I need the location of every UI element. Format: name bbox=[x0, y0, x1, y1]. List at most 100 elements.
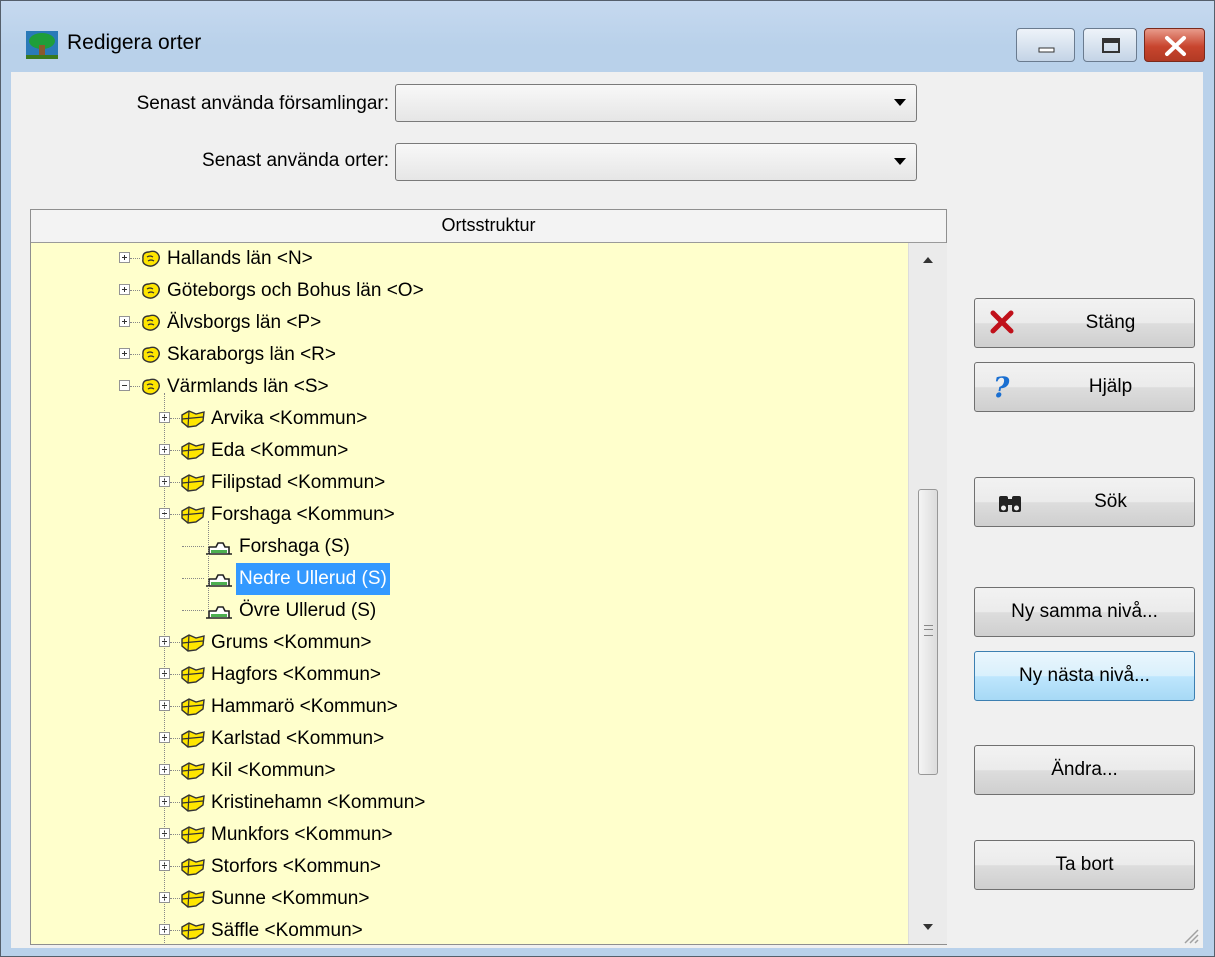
tree-line bbox=[170, 866, 180, 867]
edit-button[interactable]: Ändra... bbox=[974, 745, 1195, 795]
tree-node-label: Nedre Ullerud (S) bbox=[236, 563, 390, 595]
scroll-down-button[interactable] bbox=[909, 910, 947, 944]
help-button[interactable]: ? Hjälp bbox=[974, 362, 1195, 412]
tree-node-label: Eda <Kommun> bbox=[211, 440, 349, 461]
expand-icon[interactable] bbox=[119, 316, 130, 327]
tree-column-header[interactable]: Ortsstruktur bbox=[31, 210, 946, 243]
new-same-level-label: Ny samma nivå... bbox=[1011, 601, 1158, 622]
tree-node[interactable]: Hammarö <Kommun> bbox=[31, 691, 908, 723]
tree-node-label: Arvika <Kommun> bbox=[211, 408, 368, 429]
svg-text:?: ? bbox=[993, 373, 1010, 401]
new-next-level-button[interactable]: Ny nästa nivå... bbox=[974, 651, 1195, 701]
new-same-level-button[interactable]: Ny samma nivå... bbox=[974, 587, 1195, 637]
maximize-icon bbox=[1102, 38, 1120, 53]
tree-line bbox=[170, 898, 180, 899]
close-window-button[interactable] bbox=[1144, 28, 1205, 62]
close-icon bbox=[1165, 36, 1186, 56]
tree-line bbox=[130, 258, 140, 259]
tree-node[interactable]: Göteborgs och Bohus län <O> bbox=[31, 275, 908, 307]
tree-node[interactable]: Värmlands län <S> bbox=[31, 371, 908, 403]
collapse-icon[interactable] bbox=[119, 380, 130, 391]
tree-node[interactable]: Forshaga <Kommun> bbox=[31, 499, 908, 531]
tree-icon bbox=[26, 31, 58, 59]
tree-line bbox=[170, 930, 180, 931]
tree-node[interactable]: Karlstad <Kommun> bbox=[31, 723, 908, 755]
minimize-icon bbox=[1038, 47, 1055, 53]
tree-node[interactable]: Övre Ullerud (S) bbox=[31, 595, 908, 627]
tree-line bbox=[170, 802, 180, 803]
tree-line bbox=[170, 450, 180, 451]
tree-node[interactable]: Kristinehamn <Kommun> bbox=[31, 787, 908, 819]
tree-node[interactable]: Eda <Kommun> bbox=[31, 435, 908, 467]
recent-parishes-label: Senast använda församlingar: bbox=[136, 93, 389, 114]
tree-line bbox=[182, 610, 204, 611]
tree-node[interactable]: Sunne <Kommun> bbox=[31, 883, 908, 915]
delete-button[interactable]: Ta bort bbox=[974, 840, 1195, 890]
chevron-down-icon[interactable] bbox=[894, 158, 906, 165]
tree-node-label: Forshaga <Kommun> bbox=[211, 504, 395, 525]
tree-node[interactable]: Säffle <Kommun> bbox=[31, 915, 908, 944]
tree-node[interactable]: Grums <Kommun> bbox=[31, 627, 908, 659]
close-button[interactable]: Stäng bbox=[974, 298, 1195, 348]
arrow-down-icon bbox=[923, 924, 933, 930]
tree-node[interactable]: Hagfors <Kommun> bbox=[31, 659, 908, 691]
expand-icon[interactable] bbox=[119, 348, 130, 359]
edit-button-label: Ändra... bbox=[1051, 759, 1118, 780]
tree-node-label: Forshaga (S) bbox=[239, 536, 350, 557]
tree-node[interactable]: Storfors <Kommun> bbox=[31, 851, 908, 883]
help-button-label: Hjälp bbox=[1088, 376, 1133, 397]
resize-grip-icon[interactable] bbox=[1181, 926, 1199, 944]
tree-node-label: Älvsborgs län <P> bbox=[167, 312, 322, 333]
tree-node[interactable]: Forshaga (S) bbox=[31, 531, 908, 563]
recent-places-combo[interactable] bbox=[395, 143, 917, 181]
tree-node-label: Hagfors <Kommun> bbox=[211, 664, 382, 685]
tree-line bbox=[130, 386, 140, 387]
minimize-button[interactable] bbox=[1016, 28, 1075, 62]
dialog-window: Redigera orter Senast använda församling… bbox=[0, 0, 1215, 957]
tree-node-label: Grums <Kommun> bbox=[211, 632, 372, 653]
place-tree-panel: Ortsstruktur Hallands län <N> Göteborgs o… bbox=[30, 209, 947, 945]
tree-line bbox=[208, 521, 209, 611]
tree-node-label: Sunne <Kommun> bbox=[211, 888, 370, 909]
expand-icon[interactable] bbox=[119, 284, 130, 295]
tree-scrollbar[interactable] bbox=[908, 243, 947, 944]
grip-icon bbox=[924, 625, 933, 636]
tree-node-label: Göteborgs och Bohus län <O> bbox=[167, 280, 424, 301]
place-tree[interactable]: Hallands län <N> Göteborgs och Bohus län … bbox=[31, 243, 908, 944]
maximize-button[interactable] bbox=[1083, 28, 1137, 62]
tree-node-label: Munkfors <Kommun> bbox=[211, 824, 393, 845]
tree-line bbox=[130, 290, 140, 291]
tree-node-label: Kil <Kommun> bbox=[211, 760, 336, 781]
tree-node-label: Värmlands län <S> bbox=[167, 376, 329, 397]
expand-icon[interactable] bbox=[119, 252, 130, 263]
recent-places-label: Senast använda orter: bbox=[202, 150, 389, 171]
tree-node[interactable]: Kil <Kommun> bbox=[31, 755, 908, 787]
chevron-down-icon[interactable] bbox=[894, 99, 906, 106]
tree-line bbox=[170, 738, 180, 739]
tree-node[interactable]: Filipstad <Kommun> bbox=[31, 467, 908, 499]
tree-line bbox=[170, 514, 180, 515]
red-x-icon bbox=[990, 310, 1014, 334]
recent-parishes-combo[interactable] bbox=[395, 84, 917, 122]
tree-node-label: Övre Ullerud (S) bbox=[239, 600, 377, 621]
tree-node[interactable]: Munkfors <Kommun> bbox=[31, 819, 908, 851]
tree-line bbox=[170, 770, 180, 771]
scroll-thumb[interactable] bbox=[918, 489, 938, 775]
arrow-up-icon bbox=[923, 257, 933, 263]
tree-line bbox=[182, 578, 204, 579]
tree-node[interactable]: Arvika <Kommun> bbox=[31, 403, 908, 435]
search-button[interactable]: Sök bbox=[974, 477, 1195, 527]
tree-node[interactable]: Älvsborgs län <P> bbox=[31, 307, 908, 339]
municipality-map-icon bbox=[180, 920, 206, 944]
question-mark-icon: ? bbox=[993, 373, 1010, 401]
tree-node[interactable]: Hallands län <N> bbox=[31, 243, 908, 275]
tree-line bbox=[170, 706, 180, 707]
tree-line bbox=[164, 393, 165, 944]
binoculars-icon bbox=[999, 496, 1021, 512]
scroll-up-button[interactable] bbox=[909, 243, 947, 277]
tree-node-label: Kristinehamn <Kommun> bbox=[211, 792, 426, 813]
close-button-label: Stäng bbox=[1085, 312, 1136, 333]
tree-node-label: Skaraborgs län <R> bbox=[167, 344, 336, 365]
tree-node[interactable]: Skaraborgs län <R> bbox=[31, 339, 908, 371]
tree-node[interactable]: Nedre Ullerud (S) bbox=[31, 563, 908, 595]
